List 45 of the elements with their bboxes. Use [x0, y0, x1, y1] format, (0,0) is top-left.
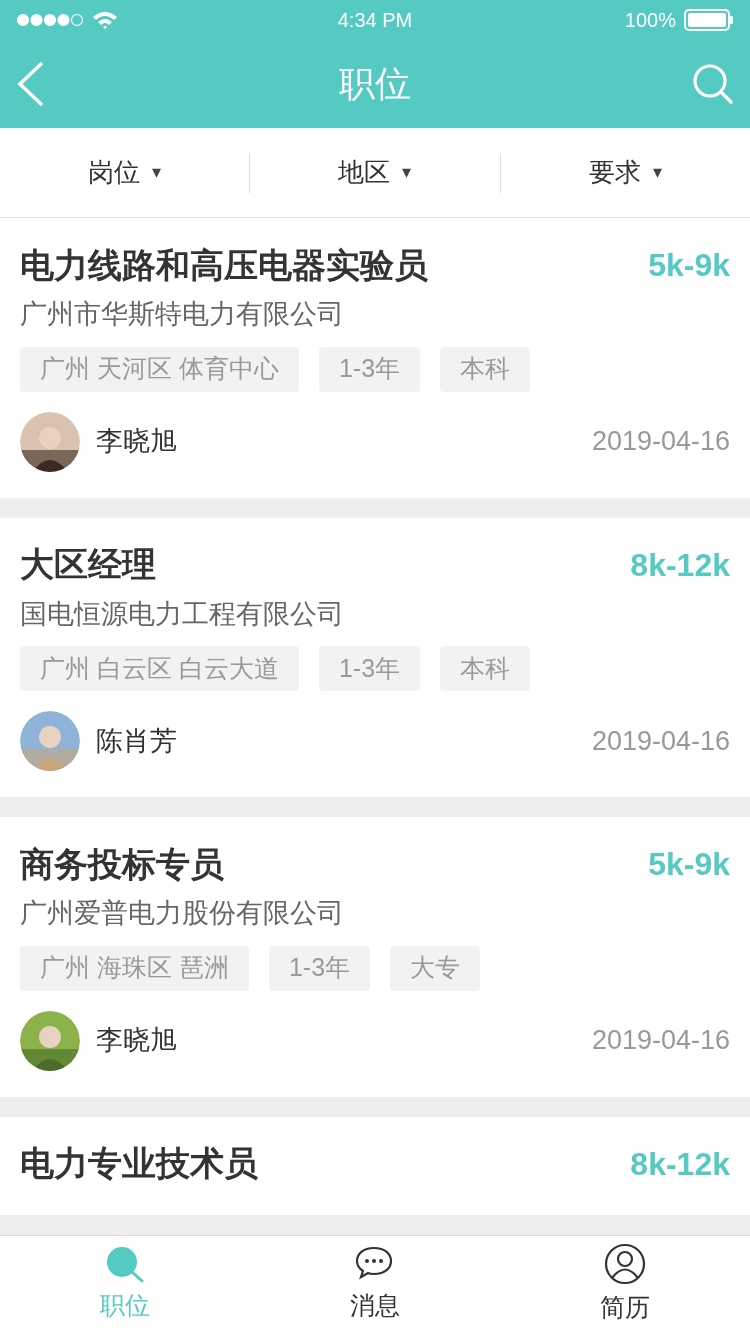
- company-name: 广州市华斯特电力有限公司: [20, 299, 344, 329]
- recruiter-name: 李晓旭: [96, 1024, 177, 1058]
- salary: 5k-9k: [648, 845, 730, 884]
- job-title: 电力专业技术员: [20, 1143, 258, 1184]
- tag: 广州 白云区 白云大道: [20, 646, 299, 691]
- back-icon: [16, 61, 46, 107]
- job-card[interactable]: 大区经理 8k-12k 国电恒源电力工程有限公司 广州 白云区 白云大道 1-3年 本科 陈肖芳 2019-04-16: [0, 517, 750, 797]
- company-name: 广州爱普电力股份有限公司: [20, 898, 344, 928]
- tag: 广州 天河区 体育中心: [20, 346, 299, 392]
- job-card[interactable]: 电力专业技术员 8k-12k: [0, 1116, 750, 1215]
- post-date: 2019-04-16: [591, 425, 730, 459]
- job-card[interactable]: 电力线路和高压电器实验员 5k-9k 广州市华斯特电力有限公司 广州 天河区 体育中心 1-3年 本科 李晓旭 2019-04-16: [0, 218, 750, 498]
- post-date: 2019-04-16: [591, 724, 730, 758]
- job-title: 商务投标专员: [20, 843, 224, 885]
- tag: 本科: [440, 646, 531, 691]
- search-icon: [104, 1245, 146, 1284]
- page-title: 职位: [339, 62, 411, 106]
- tag: 1-3年: [268, 945, 371, 991]
- salary: 8k-12k: [630, 1144, 730, 1184]
- post-date: 2019-04-16: [591, 1024, 730, 1058]
- battery-percent: 100%: [624, 8, 676, 33]
- tab-bar-item[interactable]: 消息: [250, 1236, 500, 1334]
- signal-icon: [16, 13, 84, 27]
- tag: 广州 海珠区 琶洲: [20, 945, 249, 991]
- job-title: 大区经理: [20, 544, 156, 585]
- tag: 1-3年: [318, 646, 421, 691]
- status-time: 4:34 PM: [337, 8, 413, 33]
- tag: 本科: [440, 346, 531, 392]
- recruiter-name: 陈肖芳: [96, 724, 177, 758]
- salary: 8k-12k: [630, 545, 730, 585]
- battery-icon: [684, 9, 734, 31]
- filter-dropdown[interactable]: 地区 ▾: [338, 153, 412, 192]
- wifi-icon: [92, 10, 118, 30]
- job-title: 电力线路和高压电器实验员: [20, 244, 428, 286]
- filter-dropdown[interactable]: 要求 ▾: [588, 153, 662, 192]
- user-icon: [604, 1243, 646, 1286]
- company-name: 国电恒源电力工程有限公司: [20, 598, 344, 629]
- tab-bar-item[interactable]: 简历: [500, 1236, 750, 1334]
- salary: 5k-9k: [648, 246, 730, 285]
- tag: 大专: [390, 945, 481, 991]
- search-icon: [692, 63, 734, 105]
- filter-dropdown[interactable]: 岗位 ▾: [88, 153, 162, 192]
- job-card[interactable]: 商务投标专员 5k-9k 广州爱普电力股份有限公司 广州 海珠区 琶洲 1-3年 大专 李晓旭 2019-04-16: [0, 817, 750, 1097]
- tag: 1-3年: [318, 346, 421, 392]
- recruiter-name: 李晓旭: [96, 425, 177, 459]
